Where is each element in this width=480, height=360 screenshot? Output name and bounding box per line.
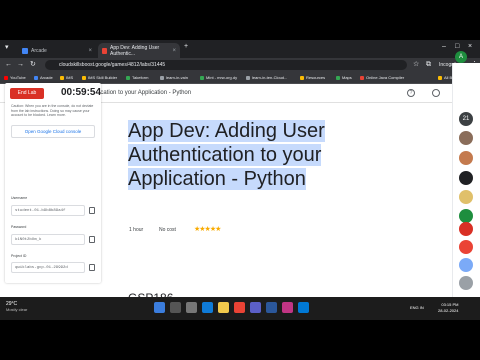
forward-icon[interactable]: → bbox=[17, 60, 24, 70]
close-window-icon[interactable]: × bbox=[468, 43, 472, 50]
ims-skill-icon bbox=[82, 75, 86, 80]
takeform-icon bbox=[126, 75, 130, 80]
task-view-icon[interactable] bbox=[186, 302, 197, 313]
rating-stars[interactable]: ★★★★★ bbox=[194, 225, 221, 233]
lab-duration: 1 hour bbox=[129, 227, 144, 233]
bookmark-learn[interactable]: learn-in-vain bbox=[160, 74, 188, 82]
tab-search-icon[interactable]: ▾ bbox=[5, 43, 9, 51]
learn-icon bbox=[160, 75, 164, 80]
extensions-icon[interactable]: ⧉ bbox=[426, 60, 431, 70]
arcade-favicon-icon bbox=[22, 47, 28, 54]
bookmark-arcade[interactable]: Arcade bbox=[34, 74, 53, 82]
store-icon[interactable] bbox=[298, 302, 309, 313]
help-icon[interactable]: ? bbox=[407, 89, 415, 97]
taskbar: 29°C Mostly clear ENG IN 03:15 PM 28-02-… bbox=[0, 297, 480, 320]
rail-avatar-9[interactable] bbox=[459, 258, 473, 272]
caution-text: Caution: When you are in the console, do… bbox=[11, 104, 94, 117]
word-icon[interactable] bbox=[266, 302, 277, 313]
media-icon[interactable] bbox=[282, 302, 293, 313]
password-field[interactable]: k1N0t2bUm_k bbox=[11, 234, 85, 245]
folder-icon bbox=[300, 75, 304, 80]
chrome-icon[interactable] bbox=[234, 302, 245, 313]
lab-favicon-icon bbox=[102, 47, 107, 54]
project-id-label: Project ID bbox=[11, 254, 27, 258]
bookmark-star-icon[interactable]: ☆ bbox=[413, 60, 419, 70]
tab-label: Arcade bbox=[31, 47, 47, 54]
copy-project-icon[interactable] bbox=[89, 264, 95, 271]
close-icon[interactable]: × bbox=[172, 48, 176, 54]
lab-title: App Dev: Adding User Authentication to y… bbox=[128, 120, 325, 190]
bookmark-ims[interactable]: IMS bbox=[60, 74, 73, 82]
edge-icon[interactable] bbox=[202, 302, 213, 313]
rail-avatar-2[interactable] bbox=[459, 131, 473, 145]
teams-icon[interactable] bbox=[250, 302, 261, 313]
close-icon[interactable]: × bbox=[88, 48, 92, 54]
copy-password-icon[interactable] bbox=[89, 236, 95, 243]
rail-avatar-3[interactable] bbox=[459, 151, 473, 165]
lab-timer: 00:59:54 bbox=[61, 87, 102, 98]
open-console-button[interactable]: Open Google Cloud console bbox=[11, 125, 95, 138]
bookmark-takeform[interactable]: Takeform bbox=[126, 74, 148, 82]
rail-avatar-4[interactable] bbox=[459, 171, 473, 185]
youtube-icon bbox=[4, 75, 8, 80]
project-id-field[interactable]: qwiklabs-gcp-01-29992d bbox=[11, 262, 85, 273]
mint-icon bbox=[200, 75, 204, 80]
reload-icon[interactable]: ↻ bbox=[30, 60, 36, 70]
avatar[interactable]: A bbox=[455, 51, 467, 63]
tab-app-dev[interactable]: App Dev: Adding User Authentic... × bbox=[98, 43, 180, 58]
all-bookmarks-folder-icon bbox=[438, 75, 442, 80]
new-tab-button[interactable]: + bbox=[184, 43, 188, 50]
rail-avatar-1[interactable]: 21 bbox=[459, 112, 473, 126]
screen: ▾ Arcade × App Dev: Adding User Authenti… bbox=[0, 0, 480, 360]
java-icon bbox=[360, 75, 364, 80]
bookmark-ims-skill[interactable]: IMS Skill Builder bbox=[82, 74, 117, 82]
search-icon[interactable] bbox=[170, 302, 181, 313]
ims-icon bbox=[60, 75, 64, 80]
maps-icon bbox=[336, 75, 340, 80]
tab-arcade[interactable]: Arcade × bbox=[18, 43, 96, 58]
rail-avatar-7[interactable] bbox=[459, 222, 473, 236]
file-explorer-icon[interactable] bbox=[218, 302, 229, 313]
bookmark-mint[interactable]: Mint - mrw-org.dy bbox=[200, 74, 237, 82]
end-lab-button[interactable]: End Lab bbox=[10, 88, 44, 99]
back-icon[interactable]: ← bbox=[5, 60, 12, 70]
rail-avatar-10[interactable] bbox=[459, 276, 473, 290]
copy-username-icon[interactable] bbox=[89, 207, 95, 214]
clock[interactable]: 03:15 PM 28-02-2024 bbox=[438, 302, 458, 314]
bookmark-java[interactable]: Online Java Compiler bbox=[360, 74, 404, 82]
lab-cost: No cost bbox=[159, 227, 176, 233]
username-field[interactable]: student-01-b9b8b89a4f bbox=[11, 205, 85, 216]
bookmark-learn-cloud[interactable]: learn-in-ten-Cloud... bbox=[246, 74, 287, 82]
learn-cloud-icon bbox=[246, 75, 250, 80]
rail-avatar-8[interactable] bbox=[459, 240, 473, 254]
browser-toolbar: ← → ↻ cloudskillsboost.google/games/4812… bbox=[0, 58, 480, 72]
bookmark-maps[interactable]: Maps bbox=[336, 74, 352, 82]
address-bar[interactable]: cloudskillsboost.google/games/4812/labs/… bbox=[45, 60, 407, 70]
language-globe-icon[interactable] bbox=[432, 89, 440, 97]
bookmark-resources[interactable]: Resources bbox=[300, 74, 325, 82]
rail-avatar-6[interactable] bbox=[459, 209, 473, 223]
username-label: Username bbox=[11, 196, 28, 200]
arcade-icon bbox=[34, 75, 38, 80]
minimize-icon[interactable]: – bbox=[442, 43, 446, 50]
weather-widget[interactable]: 29°C Mostly clear bbox=[6, 301, 27, 313]
rail-avatar-5[interactable] bbox=[459, 190, 473, 204]
system-tray[interactable]: ENG IN bbox=[410, 305, 424, 310]
tab-label: App Dev: Adding User Authentic... bbox=[109, 44, 160, 57]
tab-strip: ▾ Arcade × App Dev: Adding User Authenti… bbox=[0, 40, 480, 58]
lab-control-panel: End Lab 00:59:54 Caution: When you are i… bbox=[5, 83, 101, 283]
bookmark-youtube[interactable]: YouTube bbox=[4, 74, 26, 82]
maximize-icon[interactable]: □ bbox=[455, 43, 459, 50]
start-icon[interactable] bbox=[154, 302, 165, 313]
password-label: Password bbox=[11, 225, 27, 229]
